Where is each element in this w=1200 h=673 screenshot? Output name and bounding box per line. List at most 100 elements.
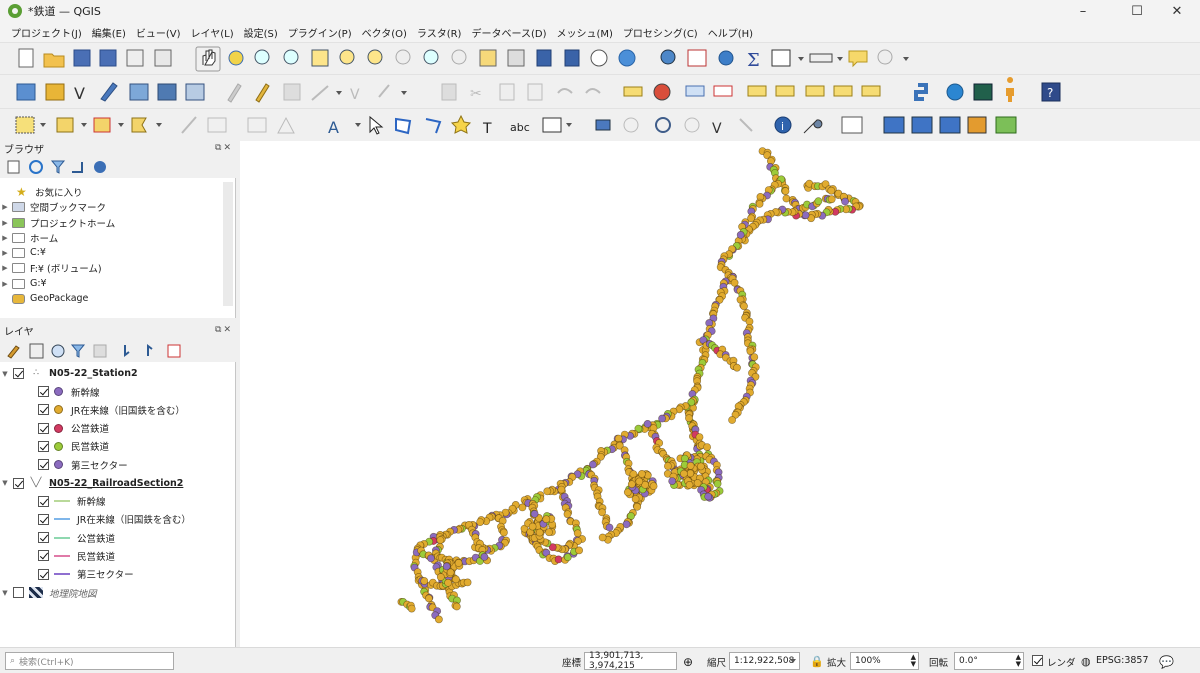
zoom-out-button[interactable]: [280, 47, 302, 69]
browser-item-home[interactable]: ▶ ホーム: [0, 230, 58, 245]
select-features-button[interactable]: [14, 114, 36, 136]
layer-visibility-checkbox[interactable]: [13, 587, 24, 598]
image-icon: [841, 116, 863, 134]
layer-visibility-checkbox[interactable]: [13, 368, 24, 379]
help-button[interactable]: [1040, 81, 1062, 103]
class-visibility-checkbox[interactable]: [38, 550, 49, 562]
disabled-tool-icon: [739, 118, 753, 132]
browser-panel-float-close-icon[interactable]: ⧉✕: [215, 143, 233, 153]
chevron-down-icon: [790, 659, 796, 663]
menu-processing[interactable]: プロセシング(C): [618, 25, 703, 40]
kmz-export-icon: [911, 116, 933, 134]
legend-class-row[interactable]: 第三セクター: [38, 457, 128, 472]
layers-panel-float-close-icon[interactable]: ⧉✕: [215, 325, 233, 335]
coordinate-field[interactable]: 13,901,713, 3,974,215: [584, 651, 677, 671]
zoom-in-button[interactable]: [251, 47, 273, 69]
menu-help[interactable]: ヘルプ(H): [703, 25, 758, 40]
select-annotation-button[interactable]: [366, 114, 388, 136]
class-visibility-checkbox[interactable]: [38, 532, 49, 544]
browser-item-drive-f[interactable]: ▶ F:¥ (ボリューム): [0, 260, 102, 275]
search-icon: ⌕: [10, 656, 16, 666]
info-button[interactable]: [772, 114, 794, 136]
menu-mesh[interactable]: メッシュ(M): [551, 25, 617, 40]
browser-scrollbar[interactable]: [223, 182, 233, 306]
browser-item-drive-g[interactable]: ▶ G:¥: [0, 276, 46, 291]
legend-class-row[interactable]: 民営鉄道: [38, 548, 115, 563]
browser-item-geopackage[interactable]: GeoPackage: [0, 291, 88, 306]
class-visibility-checkbox[interactable]: [38, 422, 49, 434]
spin-arrows-icon[interactable]: ▲ ▼: [911, 654, 916, 668]
map-canvas[interactable]: [240, 141, 1200, 647]
browser-item-drive-c[interactable]: ▶ C:¥: [0, 245, 46, 260]
toggle-editing-button[interactable]: [253, 81, 275, 103]
station-point: [605, 523, 614, 532]
minimize-button[interactable]: –: [1060, 0, 1106, 22]
menu-settings[interactable]: 設定(S): [239, 25, 283, 40]
class-visibility-checkbox[interactable]: [38, 459, 49, 471]
menu-plugins[interactable]: プラグイン(P): [283, 25, 357, 40]
open-project-button[interactable]: [43, 47, 65, 69]
class-visibility-checkbox[interactable]: [38, 440, 49, 452]
collapse-arrow-icon[interactable]: ▼: [0, 589, 10, 597]
layer-row[interactable]: ▼ ╲╱ N05-22_RailroadSection2: [0, 476, 183, 491]
new-project-button[interactable]: [16, 47, 38, 69]
layer-row[interactable]: ▼ 地理院地図: [0, 585, 97, 600]
legend-class-row[interactable]: 公営鉄道: [38, 421, 109, 436]
browser-item-project-home[interactable]: ▶ プロジェクトホーム: [0, 215, 115, 230]
open-field-calculator-icon: [771, 49, 791, 67]
legend-class-row[interactable]: 公営鉄道: [38, 530, 115, 545]
browser-item-favorites[interactable]: ★ お気に入り: [0, 184, 83, 199]
wrench-icon: [803, 119, 823, 134]
open-attribute-table-button[interactable]: [687, 47, 709, 69]
legend-class-row[interactable]: JR在来線（旧国鉄を含む）: [38, 512, 191, 527]
menu-edit[interactable]: 編集(E): [87, 25, 131, 40]
legend-class-row[interactable]: 第三セクター: [38, 567, 134, 582]
menu-raster[interactable]: ラスタ(R): [412, 25, 467, 40]
class-visibility-checkbox[interactable]: [38, 513, 49, 525]
menu-project[interactable]: プロジェクト(J): [6, 25, 87, 40]
close-button[interactable]: ✕: [1154, 0, 1200, 22]
project-home-icon: [12, 217, 25, 228]
spin-arrows-icon[interactable]: ▲ ▼: [1016, 654, 1021, 668]
menu-layer[interactable]: レイヤ(L): [186, 25, 239, 40]
refresh-button[interactable]: [616, 47, 638, 69]
crs-label[interactable]: EPSG:3857: [1096, 655, 1149, 666]
legend-class-row[interactable]: 新幹線: [38, 494, 106, 509]
class-visibility-checkbox[interactable]: [38, 568, 49, 580]
legend-class-row[interactable]: 民営鉄道: [38, 439, 109, 454]
menu-database[interactable]: データベース(D): [466, 25, 551, 40]
new-map-view-icon: [479, 49, 497, 67]
python-console-button[interactable]: [914, 81, 936, 103]
current-edits-icon: [227, 83, 242, 103]
save-project-button[interactable]: [71, 47, 93, 69]
lock-scale-icon[interactable]: 🔒: [810, 655, 824, 668]
browser-item-spatial-bookmarks[interactable]: ▶ 空間ブックマーク: [0, 199, 106, 214]
identify-features-button[interactable]: [657, 47, 679, 69]
legend-class-row[interactable]: JR在来線（旧国鉄を含む）: [38, 402, 185, 417]
layer-visibility-checkbox[interactable]: [13, 477, 24, 489]
browser-panel-toolbar: [0, 156, 236, 178]
locator-search-field[interactable]: ⌕ 検索(Ctrl+K): [5, 652, 174, 670]
menu-vector[interactable]: ベクタ(O): [357, 25, 412, 40]
layer-row[interactable]: ▼ ∴ N05-22_Station2: [0, 366, 138, 381]
class-visibility-checkbox[interactable]: [38, 386, 49, 397]
collapse-arrow-icon[interactable]: ▼: [0, 479, 10, 487]
scale-field[interactable]: 1:12,922,508: [729, 652, 800, 670]
station-point: [781, 187, 790, 195]
open-data-source-manager-button[interactable]: [15, 81, 37, 103]
pan-map-button[interactable]: [197, 47, 219, 69]
qgis-logo-icon: [8, 4, 22, 18]
menu-view[interactable]: ビュー(V): [131, 25, 186, 40]
class-visibility-checkbox[interactable]: [38, 404, 49, 416]
class-visibility-checkbox[interactable]: [38, 495, 49, 507]
rotation-field[interactable]: 0.0° ▲ ▼: [954, 652, 1024, 670]
legend-class-row[interactable]: 新幹線: [38, 384, 100, 399]
crs-globe-icon[interactable]: ◍: [1081, 655, 1091, 668]
toggle-extents-icon[interactable]: ⊕: [683, 655, 693, 669]
collapse-arrow-icon[interactable]: ▼: [0, 370, 10, 378]
rotate-label-icon: [775, 85, 795, 97]
render-checkbox[interactable]: [1032, 655, 1043, 666]
label-properties-icon: [833, 85, 853, 97]
magnifier-field[interactable]: 100% ▲ ▼: [850, 652, 919, 670]
messages-icon[interactable]: 💬: [1159, 655, 1174, 669]
